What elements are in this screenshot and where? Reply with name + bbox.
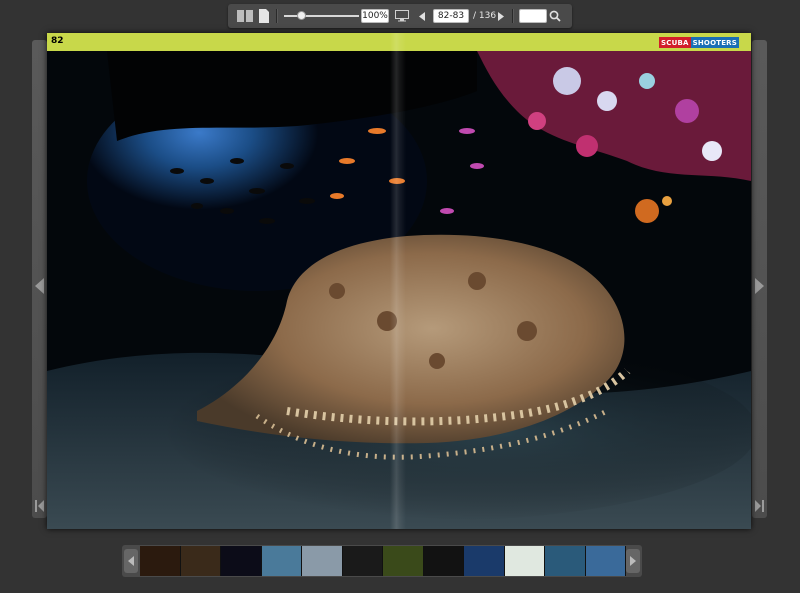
thumb-prev-icon[interactable] [124,549,138,573]
two-page-view-icon[interactable] [237,9,253,23]
thumbnail-page[interactable] [302,546,343,576]
thumbnail-page[interactable] [504,546,545,576]
fullscreen-monitor-icon[interactable] [395,9,409,23]
page-header-band: 82 SCUBA SHOOTERS [47,33,751,51]
thumbnail-page[interactable] [383,546,424,576]
thumbnail-page[interactable] [545,546,586,576]
left-nav-bar[interactable] [32,40,47,518]
thumbnail-page[interactable] [342,546,383,576]
thumbnail-page[interactable] [221,546,262,576]
search-icon[interactable] [548,9,562,23]
last-page-icon[interactable] [755,498,764,514]
first-page-icon[interactable] [35,498,44,514]
next-page-icon[interactable] [496,9,506,23]
prev-page-icon[interactable] [417,9,427,23]
thumbnail-page[interactable] [464,546,505,576]
magazine-spread[interactable]: 82 SCUBA SHOOTERS [47,33,751,529]
thumbnail-list [140,546,626,576]
arrow-right-icon[interactable] [755,278,764,294]
total-pages-label: / 136 [473,11,497,21]
thumbnail-page[interactable] [180,546,221,576]
toolbar: 100% 82-83 / 136 [228,4,572,28]
zoom-knob[interactable] [297,11,307,20]
current-page-field[interactable]: 82-83 [433,9,469,23]
thumbnail-page[interactable] [261,546,302,576]
toolbar-divider [276,9,278,23]
page-number: 82 [51,36,64,46]
right-nav-bar[interactable] [752,40,767,518]
zoom-slider[interactable] [284,11,359,21]
zoom-track [284,15,359,17]
thumbnail-page[interactable] [140,546,181,576]
wobbegong-shark-photo [47,51,751,529]
thumbnail-page[interactable] [585,546,626,576]
scuba-shooters-logo: SCUBA SHOOTERS [659,37,740,48]
thumbnail-strip [122,545,642,577]
thumbnail-page[interactable] [423,546,464,576]
thumb-next-icon[interactable] [626,549,640,573]
search-input[interactable] [519,9,547,23]
single-page-view-icon[interactable] [259,9,269,23]
toolbar-divider [512,9,514,23]
arrow-left-icon[interactable] [35,278,44,294]
zoom-level-field[interactable]: 100% [361,9,389,23]
